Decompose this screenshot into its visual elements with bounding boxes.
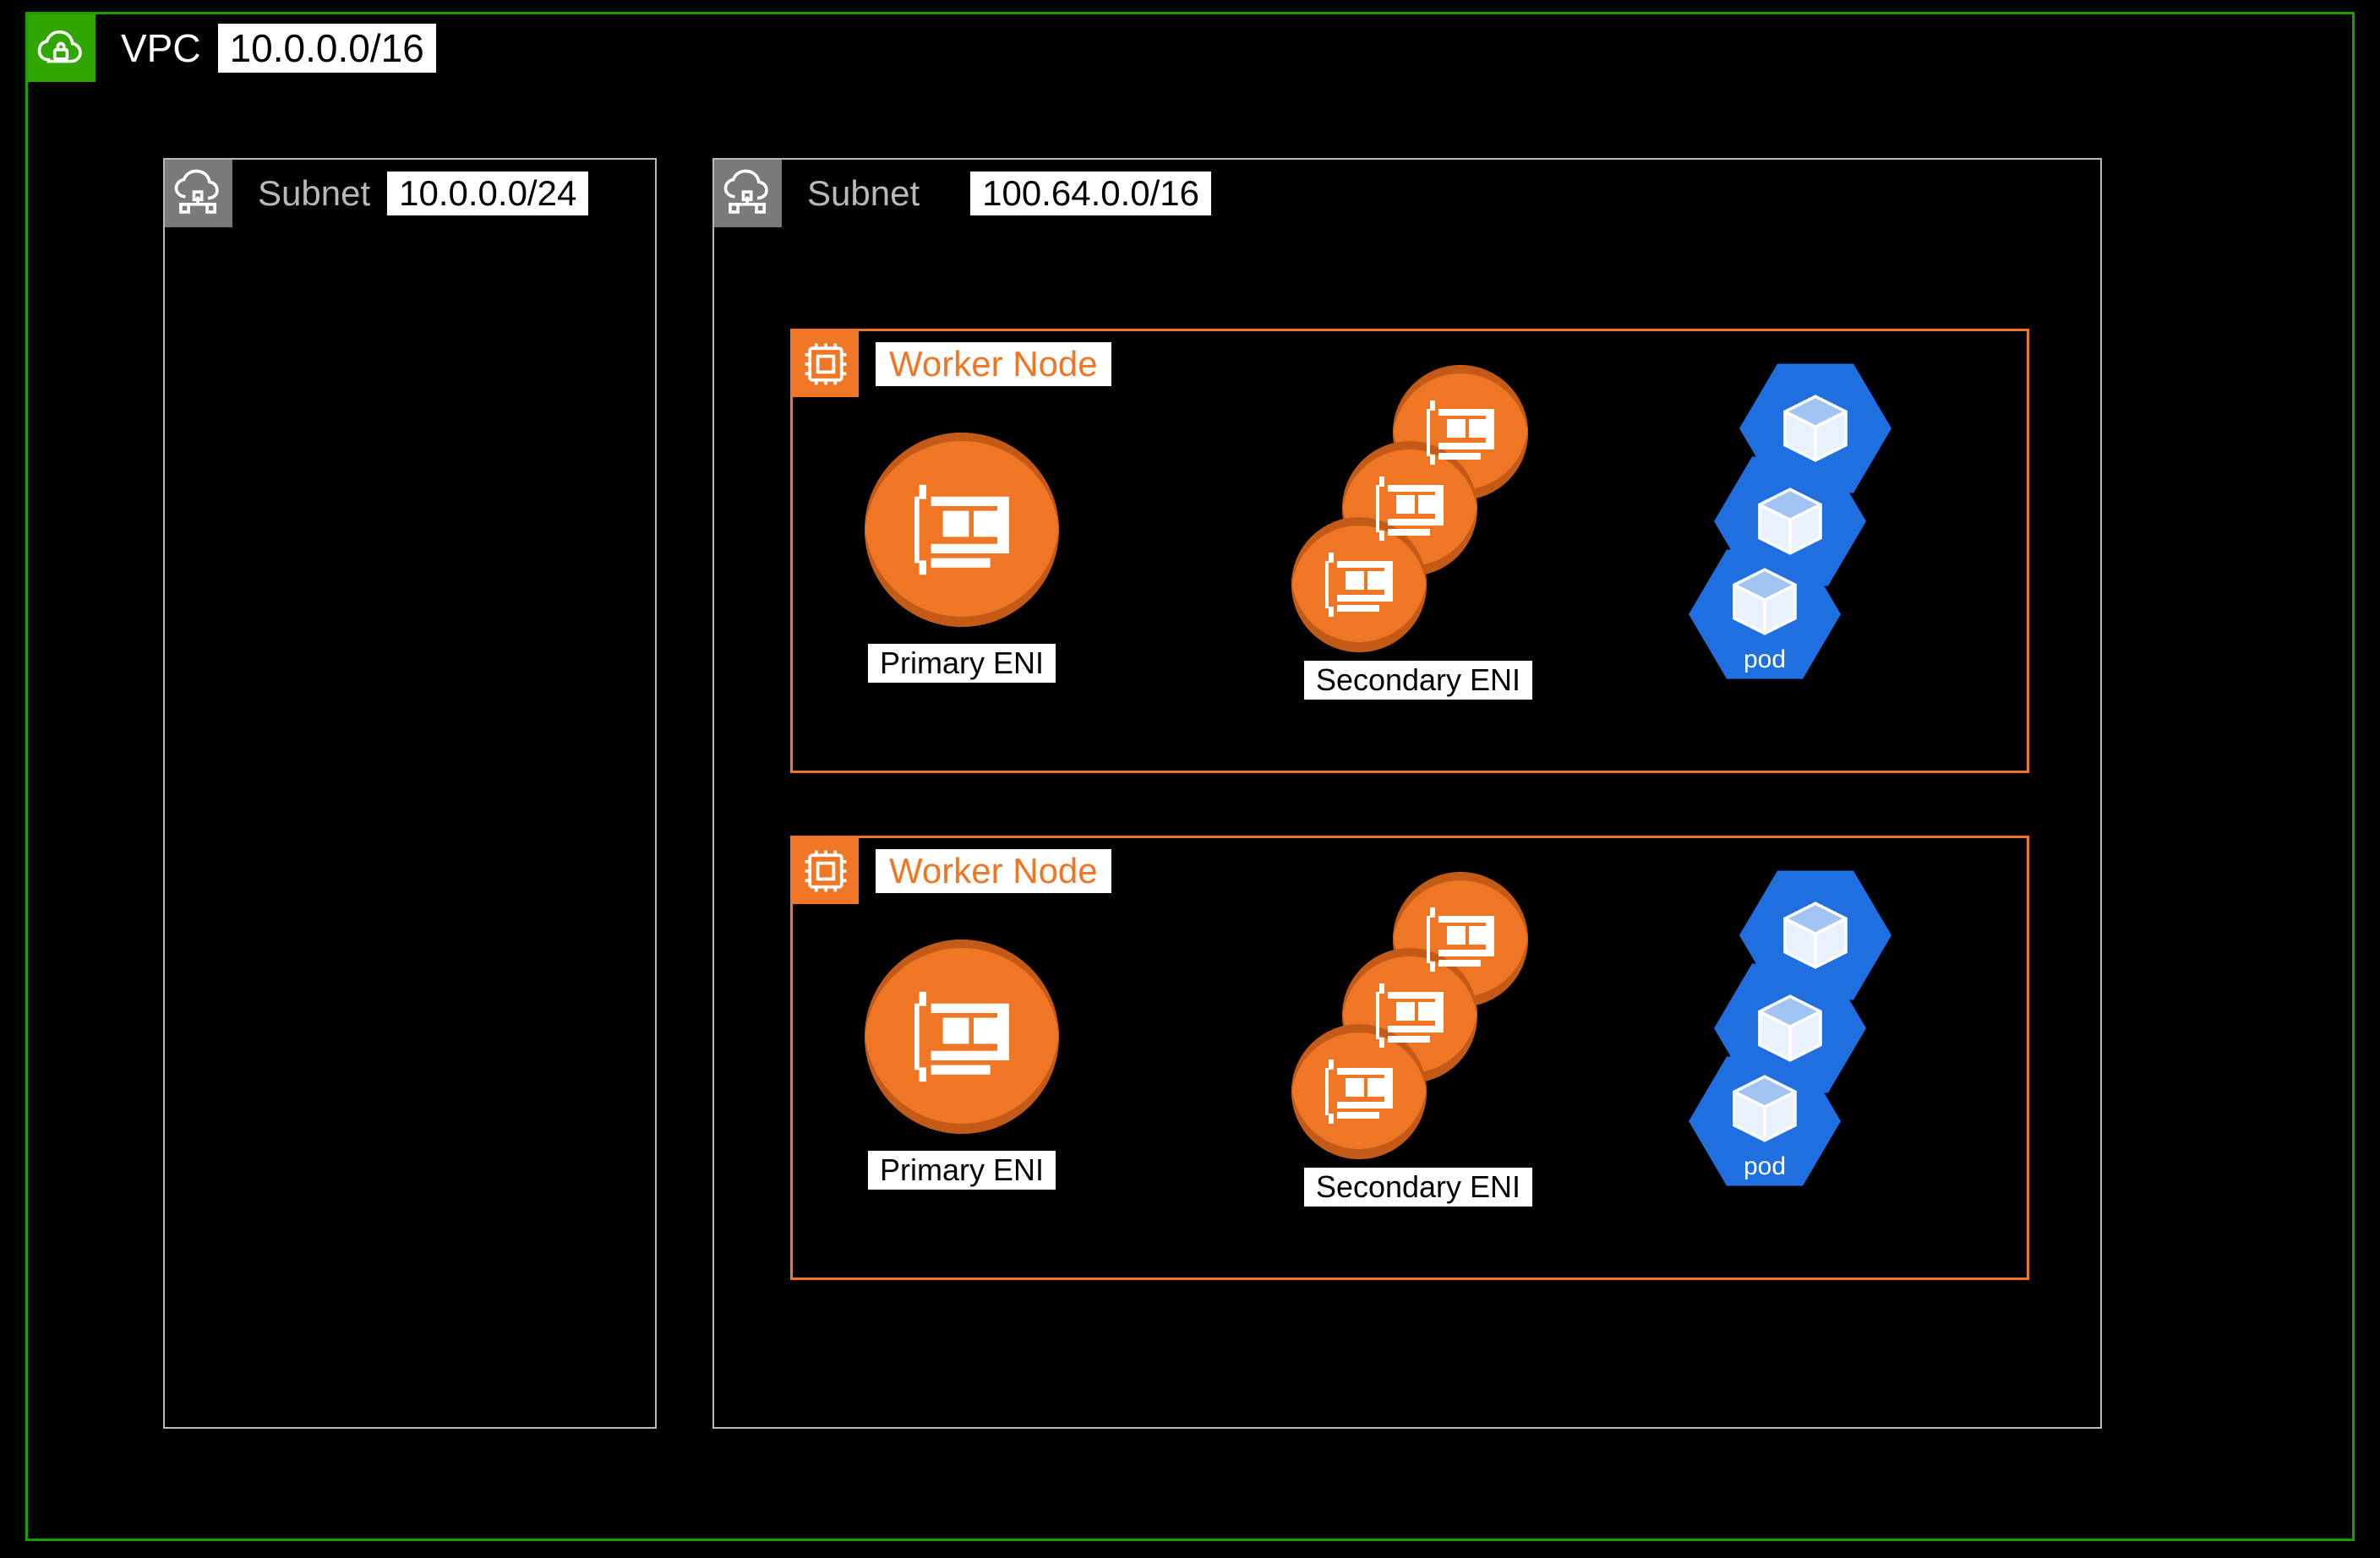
subnet-1-header: Subnet 10.0.0.0/24 — [165, 160, 588, 227]
subnet-icon — [165, 160, 232, 227]
vpc-cidr: 10.0.0.0/16 — [218, 24, 436, 73]
subnet-1-cidr: 10.0.0.0/24 — [387, 172, 588, 215]
vpc-header: VPC 10.0.0.0/16 — [28, 14, 436, 82]
primary-eni-label: Primary ENI — [868, 1151, 1056, 1190]
worker-node-2: Worker Node Primary ENI — [790, 836, 2029, 1280]
pod-icon: pod — [1689, 1049, 1841, 1193]
pod-label: pod — [1689, 1152, 1841, 1181]
subnet-2-container: Subnet 100.64.0.0/16 Worker Node — [712, 158, 2102, 1429]
worker-node-2-header: Worker Node — [793, 838, 1111, 904]
worker-node-2-label: Worker Node — [876, 849, 1111, 893]
pod-icon: pod — [1689, 542, 1841, 686]
primary-eni-group: Primary ENI — [852, 424, 1072, 683]
subnet-1-label: Subnet — [258, 173, 370, 214]
subnet-2-header: Subnet 100.64.0.0/16 — [714, 160, 1211, 227]
primary-eni-group: Primary ENI — [852, 931, 1072, 1190]
secondary-eni-label: Secondary ENI — [1304, 661, 1532, 700]
worker-node-1-label: Worker Node — [876, 342, 1111, 386]
diagram-canvas: VPC 10.0.0.0/16 Subnet 10.0.0.0/24 Subne… — [0, 0, 2380, 1558]
secondary-eni-group: Secondary ENI — [1283, 872, 1553, 1207]
pod-group: pod — [1689, 357, 1908, 695]
primary-eni-label: Primary ENI — [868, 644, 1056, 683]
chip-icon — [793, 331, 859, 397]
subnet-icon — [714, 160, 782, 227]
pod-group: pod — [1689, 863, 1908, 1201]
secondary-eni-label: Secondary ENI — [1304, 1168, 1532, 1207]
subnet-2-cidr: 100.64.0.0/16 — [970, 172, 1211, 215]
pod-label: pod — [1689, 646, 1841, 674]
eni-icon — [865, 940, 1059, 1134]
vpc-icon — [28, 14, 96, 82]
worker-node-1-header: Worker Node — [793, 331, 1111, 397]
subnet-1-container: Subnet 10.0.0.0/24 — [163, 158, 657, 1429]
worker-node-1: Worker Node Primary ENI — [790, 329, 2029, 773]
chip-icon — [793, 838, 859, 904]
eni-icon — [865, 433, 1059, 627]
vpc-label: VPC — [121, 25, 201, 71]
subnet-2-label: Subnet — [807, 173, 920, 214]
vpc-container: VPC 10.0.0.0/16 Subnet 10.0.0.0/24 Subne… — [25, 12, 2355, 1541]
secondary-eni-group: Secondary ENI — [1283, 365, 1553, 700]
